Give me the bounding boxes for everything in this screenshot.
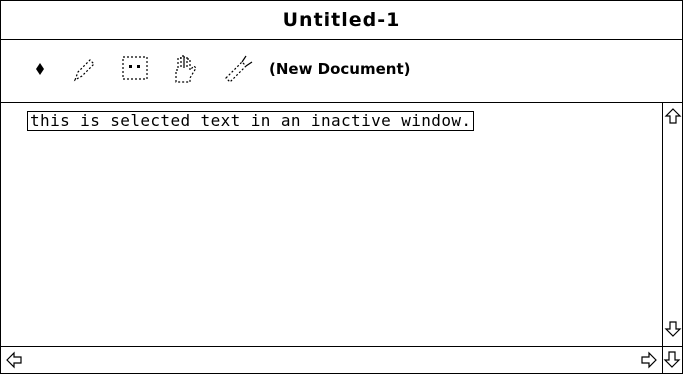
window-title: Untitled-1 xyxy=(282,9,401,31)
document-label: (New Document) xyxy=(269,60,411,78)
title-bar[interactable]: Untitled-1 xyxy=(1,1,682,40)
pencil-icon[interactable] xyxy=(67,52,101,86)
vertical-scrollbar[interactable] xyxy=(662,103,682,346)
spray-can-icon[interactable] xyxy=(220,52,254,86)
diamond-icon[interactable] xyxy=(23,52,57,86)
toolbar: (New Document) xyxy=(1,40,682,103)
size-box[interactable] xyxy=(662,346,682,373)
size-box-icon xyxy=(663,351,681,368)
text-content-area[interactable]: this is selected text in an inactive win… xyxy=(1,103,662,346)
scroll-left-arrow-icon[interactable] xyxy=(5,351,23,373)
grabber-hand-icon[interactable] xyxy=(168,52,202,86)
dotted-rectangle-icon[interactable] xyxy=(118,52,152,86)
scroll-up-arrow-icon[interactable] xyxy=(664,107,682,129)
scroll-down-arrow-icon[interactable] xyxy=(664,320,682,342)
scroll-right-arrow-icon[interactable] xyxy=(640,351,658,373)
document-window: Untitled-1 (New Document) this is select… xyxy=(0,0,683,374)
selected-text[interactable]: this is selected text in an inactive win… xyxy=(27,111,475,131)
horizontal-scrollbar[interactable] xyxy=(1,346,662,373)
